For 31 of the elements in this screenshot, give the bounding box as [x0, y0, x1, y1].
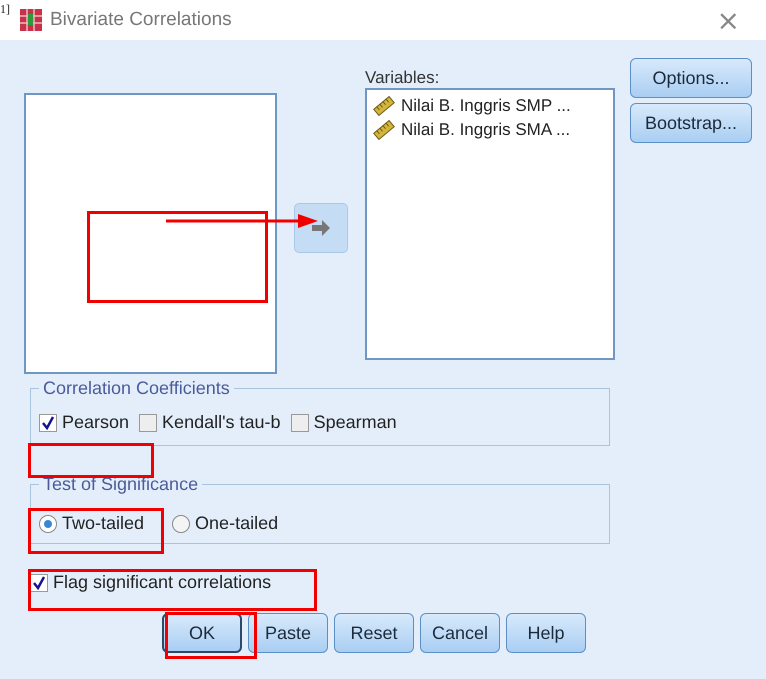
option-label: Kendall's tau-b — [162, 412, 281, 433]
move-button[interactable] — [294, 203, 348, 253]
option-label: Flag significant correlations — [53, 572, 272, 593]
close-button[interactable]: × — [710, 4, 746, 36]
checkbox[interactable] — [39, 414, 57, 432]
variables-label: Variables: — [365, 68, 440, 88]
dialog-button[interactable]: Help — [506, 613, 586, 653]
option-label: Pearson — [62, 412, 130, 433]
window-title: Bivariate Correlations — [50, 9, 233, 31]
checkbox[interactable] — [30, 574, 48, 592]
checkbox[interactable] — [139, 414, 158, 432]
table-icon — [20, 9, 42, 31]
dialog-button[interactable]: Reset — [334, 613, 414, 653]
arrow-icon — [311, 219, 331, 237]
source-list[interactable] — [24, 93, 277, 374]
dialog-button[interactable]: Options... — [630, 58, 752, 98]
group-title: Correlation Coefficients — [42, 378, 231, 399]
dialog-button[interactable]: Bootstrap... — [630, 103, 752, 143]
option-label: One-tailed — [195, 513, 278, 534]
radio-button[interactable] — [172, 514, 190, 532]
page-mark: 1] — [0, 2, 10, 17]
dialog-button[interactable]: OK — [162, 613, 242, 653]
dialog-button[interactable]: Paste — [248, 613, 328, 653]
group-title: Test of Significance — [42, 474, 200, 495]
option-label: Spearman — [314, 412, 397, 433]
variable-item[interactable]: Nilai B. Inggris SMA ... — [401, 120, 570, 140]
option-label: Two-tailed — [62, 513, 144, 534]
checkbox[interactable] — [290, 414, 309, 432]
dialog-button[interactable]: Cancel — [420, 613, 500, 653]
variable-item[interactable]: Nilai B. Inggris SMP ... — [401, 96, 571, 116]
radio-button[interactable] — [39, 514, 57, 532]
